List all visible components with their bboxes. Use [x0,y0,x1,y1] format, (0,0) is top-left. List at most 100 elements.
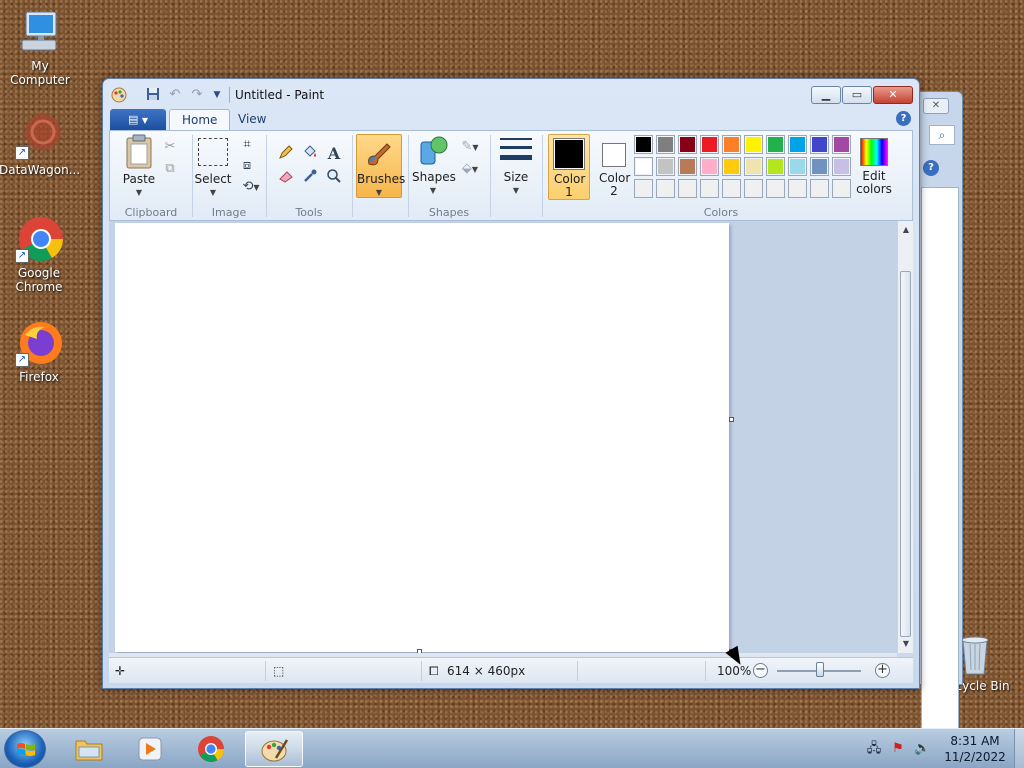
magnifier-icon[interactable] [324,168,344,188]
color-swatch[interactable] [634,157,653,176]
ribbon: Paste ▼ ✂ ⧉ Clipboard Select ▼ ⌗ ⧈ ⟲▼ Im… [109,130,913,221]
desktop-icon-my-computer[interactable]: My Computer [0,8,80,87]
resize-handle-right[interactable] [729,417,734,422]
desktop-icon-datawagon[interactable]: ↗ DataWagon... [0,112,80,177]
eraser-icon[interactable] [276,168,296,188]
color-swatch[interactable] [678,179,697,198]
volume-icon[interactable]: 🔈 [914,741,930,757]
color-swatch[interactable] [810,157,829,176]
close-button[interactable]: ✕ [873,86,913,104]
zoom-slider-thumb[interactable] [816,662,824,677]
color-swatch-fill [812,159,827,174]
color-swatch-fill [746,181,761,196]
color-swatch[interactable] [722,157,741,176]
color-swatch[interactable] [744,157,763,176]
taskbar-file-explorer[interactable] [60,731,118,767]
close-icon[interactable]: ✕ [923,98,949,114]
color-swatch[interactable] [832,135,851,154]
color-swatch[interactable] [766,135,785,154]
customize-quick-access-icon[interactable]: ▼ [209,87,225,103]
taskbar-media-player[interactable] [121,731,179,767]
firefox-icon: ↗ [15,319,63,367]
text-tool-icon[interactable]: A [324,144,344,164]
help-icon[interactable]: ? [896,111,911,126]
search-icon[interactable]: ⌕ [929,125,955,145]
color-swatch[interactable] [634,135,653,154]
color-swatch[interactable] [810,135,829,154]
zoom-in-button[interactable]: + [875,663,890,678]
color-swatch[interactable] [700,179,719,198]
desktop-icon-label: My Computer [10,59,70,87]
title-bar[interactable]: ↶ ↷ ▼ Untitled - Paint ▁ ▭ ✕ [103,79,919,109]
desktop-icon-firefox[interactable]: ↗ Firefox [0,319,79,384]
color-swatch-fill [658,159,673,174]
zoom-out-button[interactable]: − [753,663,768,678]
scrollbar-thumb[interactable] [900,271,911,637]
fill-bucket-icon[interactable] [300,144,320,164]
scroll-down-icon[interactable]: ▼ [901,639,911,648]
edit-colors-button[interactable]: Edit colors [852,134,896,196]
pencil-icon[interactable] [276,144,296,164]
system-clock[interactable]: 8:31 AM 11/2/2022 [940,733,1010,765]
help-icon[interactable]: ? [923,160,939,176]
taskbar-google-chrome[interactable] [182,731,240,767]
show-desktop-button[interactable] [1014,729,1024,768]
select-button[interactable]: Select ▼ [194,134,232,199]
color-swatch[interactable] [810,179,829,198]
size-button[interactable]: Size ▼ [496,134,536,197]
drawing-canvas[interactable] [115,223,729,652]
color-swatch[interactable] [656,157,675,176]
redo-icon[interactable]: ↷ [189,87,205,103]
minimize-button[interactable]: ▁ [811,86,841,104]
color2-button[interactable]: Color 2 [594,134,634,198]
color1-button[interactable]: Color 1 [548,134,590,200]
maximize-button[interactable]: ▭ [842,86,872,104]
action-center-flag-icon[interactable]: ⚑ [890,741,906,757]
color-swatch[interactable] [656,135,675,154]
color-swatch[interactable] [766,157,785,176]
rotate-icon[interactable]: ⟲▼ [237,177,265,197]
color-swatch[interactable] [634,179,653,198]
color-swatch[interactable] [722,135,741,154]
copy-icon[interactable]: ⧉ [160,159,180,179]
color-swatch[interactable] [700,157,719,176]
color-palette [634,135,856,201]
color-swatch[interactable] [788,135,807,154]
color-swatch[interactable] [832,157,851,176]
brushes-button[interactable]: Brushes ▼ [356,134,405,198]
start-button[interactable] [4,730,46,768]
status-separator [577,661,578,681]
color-swatch[interactable] [678,157,697,176]
desktop-icon-google-chrome[interactable]: ↗ Google Chrome [0,215,79,294]
outline-icon[interactable]: ✎▼ [456,137,484,157]
color-swatch[interactable] [744,179,763,198]
color-swatch[interactable] [788,179,807,198]
crop-icon[interactable]: ⌗ [237,135,257,155]
resize-icon[interactable]: ⧈ [237,156,257,176]
vertical-scrollbar[interactable]: ▲ ▼ [897,221,913,653]
color-swatch[interactable] [656,179,675,198]
color-swatch[interactable] [678,135,697,154]
cut-icon[interactable]: ✂ [160,137,180,157]
canvas-workspace[interactable] [109,221,897,654]
paste-button[interactable]: Paste ▼ [118,134,160,199]
color-swatch[interactable] [766,179,785,198]
scroll-up-icon[interactable]: ▲ [901,225,911,234]
color-swatch[interactable] [722,179,741,198]
undo-icon[interactable]: ↶ [167,87,183,103]
color-swatch[interactable] [832,179,851,198]
taskbar-paint[interactable] [245,731,303,767]
fill-icon[interactable]: ⬙▼ [456,159,484,179]
save-icon[interactable] [145,87,161,103]
tab-home[interactable]: Home [169,109,231,131]
tab-view[interactable]: View [226,109,278,131]
shapes-button[interactable]: Shapes ▼ [412,134,456,197]
color-swatch-fill [812,181,827,196]
color-swatch[interactable] [700,135,719,154]
color-swatch[interactable] [788,157,807,176]
paint-menu-button[interactable]: ▤ ▼ [110,109,166,130]
network-icon[interactable]: 🖧 [866,741,882,757]
color-swatch[interactable] [744,135,763,154]
color-picker-icon[interactable] [300,168,320,188]
window-title: Untitled - Paint [235,88,325,102]
